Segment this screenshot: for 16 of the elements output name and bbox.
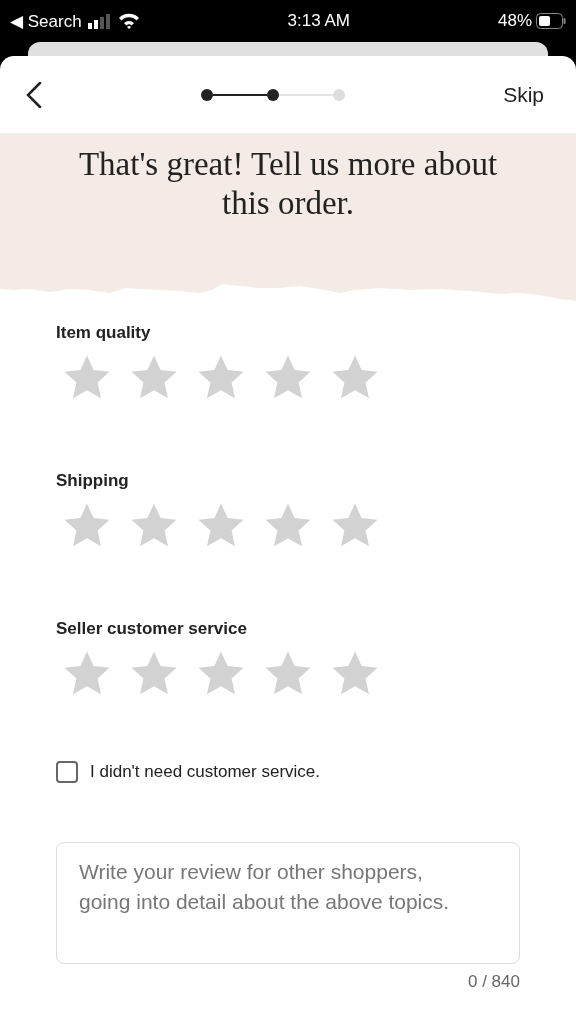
battery-icon — [536, 13, 566, 29]
rating-label: Item quality — [56, 323, 151, 343]
chevron-left-icon — [26, 81, 42, 108]
checkbox-label[interactable]: I didn't need customer service. — [90, 762, 321, 782]
page-heading: That's great! Tell us more about this order. — [77, 145, 499, 223]
back-to-search-link[interactable]: ◀ Search — [10, 10, 82, 32]
rating-label: Shipping — [56, 471, 129, 491]
clock-time: 3:13 AM — [287, 11, 350, 31]
checkbox[interactable] — [56, 761, 78, 783]
character-counter: 0 / 840 — [468, 972, 520, 991]
rating-label: Seller customer service — [56, 619, 247, 639]
skip-button[interactable]: Skip — [499, 78, 548, 111]
signal-icon — [87, 13, 112, 29]
battery-percent: 48% — [497, 11, 532, 31]
wifi-icon — [117, 13, 140, 29]
review-field[interactable]: Write your review for other shoppers, going into detail about the above topics. — [56, 842, 520, 964]
